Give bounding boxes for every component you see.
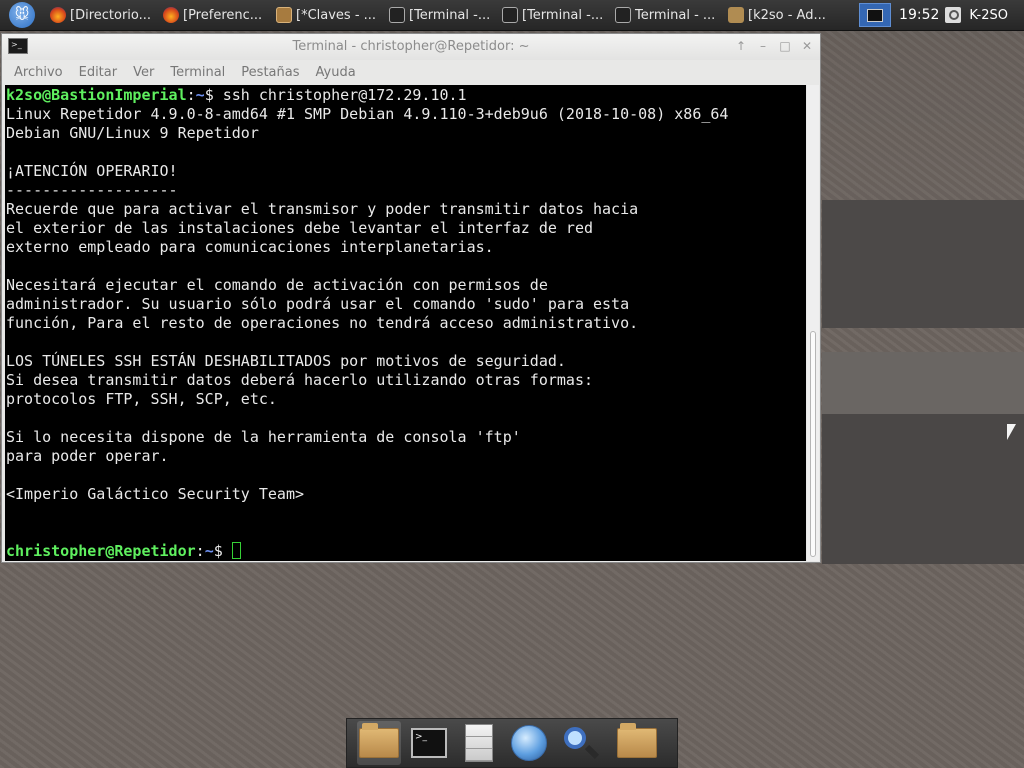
folder-icon [617, 723, 657, 758]
taskbar-item-label: [Directorio... [70, 7, 152, 23]
dock-file-cabinet[interactable] [457, 721, 501, 765]
menu-ver[interactable]: Ver [127, 65, 160, 80]
taskbar-item[interactable]: [Preferenc... [157, 2, 267, 28]
terminal-scrollbar[interactable] [807, 85, 819, 561]
terminal-output-line: para poder operar. [6, 447, 169, 465]
terminal-output-line: Debian GNU/Linux 9 Repetidor [6, 124, 259, 142]
clock[interactable]: 19:52 [899, 7, 939, 23]
dock-folder[interactable] [615, 721, 659, 765]
taskbar-item-label: Terminal - ... [635, 7, 716, 23]
menu-pestanas[interactable]: Pestañas [235, 65, 305, 80]
prompt-symbol: $ [213, 542, 232, 560]
search-icon [562, 725, 596, 761]
taskbar-item-label: [Terminal -... [409, 7, 491, 23]
file-cabinet-icon [465, 724, 493, 762]
terminal-icon [502, 7, 518, 23]
terminal-output-line: protocolos FTP, SSH, SCP, etc. [6, 390, 277, 408]
dock-terminal[interactable]: >_ [407, 721, 451, 765]
taskbar-item-active[interactable]: Terminal - ... [609, 2, 719, 28]
terminal-output-line: ¡ATENCIÓN OPERARIO! [6, 162, 178, 180]
terminal-output-line: ------------------- [6, 181, 178, 199]
terminal-launcher-button[interactable] [859, 3, 892, 27]
taskbar-item-label: [Preferenc... [183, 7, 263, 23]
terminal-output-line: externo empleado para comunicaciones int… [6, 238, 494, 256]
menu-archivo[interactable]: Archivo [8, 65, 69, 80]
text-editor-icon [276, 7, 292, 23]
terminal-output-line: Linux Repetidor 4.9.0-8-amd64 #1 SMP Deb… [6, 105, 729, 123]
terminal-output-line: Si lo necesita dispone de la herramienta… [6, 428, 521, 446]
file-manager-icon [728, 7, 744, 23]
terminal-icon [867, 8, 884, 22]
window-titlebar[interactable]: >_ Terminal - christopher@Repetidor: ~ ↑… [2, 34, 820, 60]
taskbar-item[interactable]: [*Claves - ... [270, 2, 380, 28]
prompt-path: ~ [204, 542, 214, 560]
keep-above-button[interactable]: ↑ [734, 38, 748, 54]
prompt-user: k2so@BastionImperial [6, 86, 187, 104]
firefox-icon [50, 7, 66, 23]
terminal-output-line: Necesitará ejecutar el comando de activa… [6, 276, 548, 294]
system-tray: 19:52 K-2SO [859, 0, 1024, 30]
close-button[interactable]: ✕ [800, 38, 814, 54]
menu-terminal[interactable]: Terminal [164, 65, 231, 80]
top-panel: 🐭 [Directorio... [Preferenc... [*Claves … [0, 0, 1024, 31]
prompt-command: ssh christopher@172.29.10.1 [222, 86, 467, 104]
wallpaper-band [822, 414, 1024, 564]
terminal-output-line: LOS TÚNELES SSH ESTÁN DESHABILITADOS por… [6, 352, 566, 370]
dock-home-folder[interactable] [357, 721, 401, 765]
terminal-output-line: administrador. Su usuario sólo podrá usa… [6, 295, 630, 313]
taskbar-item[interactable]: [k2so - Ad... [722, 2, 832, 28]
taskbar-item-label: [Terminal -... [522, 7, 604, 23]
prompt-separator: : [186, 86, 196, 104]
window-title: Terminal - christopher@Repetidor: ~ [292, 39, 530, 54]
terminal-icon [615, 7, 631, 23]
taskbar-item[interactable]: [Terminal -... [383, 2, 493, 28]
terminal-output-line: el exterior de las instalaciones debe le… [6, 219, 593, 237]
user-search-icon[interactable] [945, 7, 962, 23]
dock: >_ [346, 718, 678, 768]
dock-search[interactable] [557, 721, 601, 765]
taskbar-item-label: [k2so - Ad... [748, 7, 826, 23]
taskbar-item[interactable]: [Directorio... [44, 2, 154, 28]
minimize-button[interactable]: – [756, 38, 770, 54]
terminal-window: >_ Terminal - christopher@Repetidor: ~ ↑… [1, 33, 821, 563]
terminal-output-line: Recuerde que para activar el transmisor … [6, 200, 639, 218]
terminal-icon: >_ [411, 728, 447, 758]
menu-editar[interactable]: Editar [73, 65, 124, 80]
prompt-separator: : [195, 542, 205, 560]
terminal-prompt-line: k2so@BastionImperial:~$ ssh christopher@… [5, 86, 806, 105]
applications-menu-button[interactable]: 🐭 [0, 0, 44, 30]
terminal-cursor[interactable] [231, 542, 241, 559]
prompt-user: christopher@Repetidor [6, 542, 196, 560]
mouse-logo-icon: 🐭 [9, 2, 35, 28]
mouse-pointer-icon [1007, 424, 1016, 440]
terminal-prompt-line: christopher@Repetidor:~$ [5, 542, 806, 561]
terminal-icon [389, 7, 405, 23]
terminal-output-line: función, Para el resto de operaciones no… [6, 314, 639, 332]
taskbar-item-label: [*Claves - ... [296, 7, 377, 23]
home-folder-icon [359, 723, 399, 758]
scrollbar-thumb[interactable] [810, 331, 816, 557]
wallpaper-band [822, 200, 1024, 328]
username[interactable]: K-2SO [969, 8, 1008, 23]
menu-ayuda[interactable]: Ayuda [310, 65, 362, 80]
prompt-path: ~ [195, 86, 205, 104]
terminal-output-line: <Imperio Galáctico Security Team> [6, 485, 305, 503]
maximize-button[interactable]: □ [778, 38, 792, 54]
taskbar-item[interactable]: [Terminal -... [496, 2, 606, 28]
prompt-symbol: $ [204, 86, 223, 104]
dock-web-browser[interactable] [507, 721, 551, 765]
web-browser-icon [511, 725, 547, 761]
wallpaper-band [822, 352, 1024, 414]
window-menubar: Archivo Editar Ver Terminal Pestañas Ayu… [2, 60, 820, 84]
terminal-output[interactable]: k2so@BastionImperial:~$ ssh christopher@… [5, 85, 806, 561]
firefox-icon [163, 7, 179, 23]
terminal-output-line: Si desea transmitir datos deberá hacerlo… [6, 371, 593, 389]
